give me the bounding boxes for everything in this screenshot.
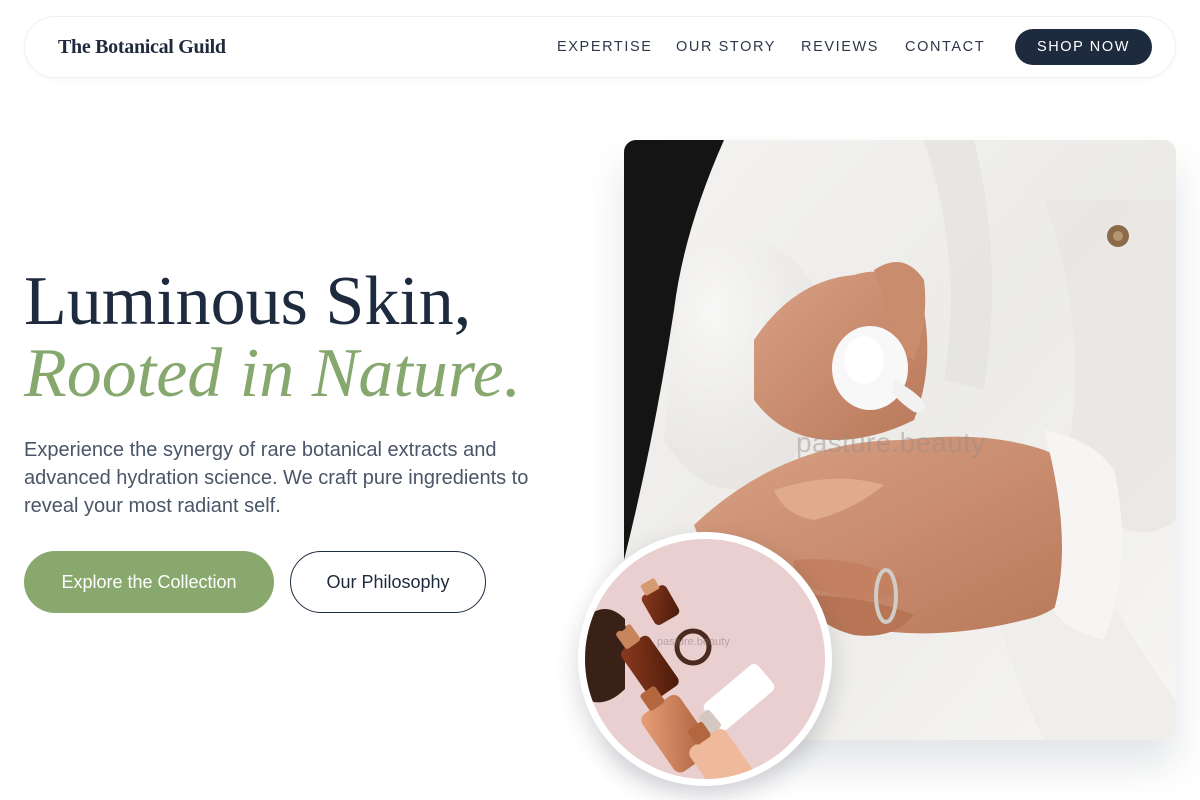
hero-description: Experience the synergy of rare botanical…	[24, 439, 529, 517]
brand-logo[interactable]: The Botanical Guild	[58, 36, 226, 59]
nav-link-contact[interactable]: CONTACT	[905, 39, 985, 55]
headline-line-2: Rooted in Nature.	[24, 335, 522, 412]
hero-photo-watermark: pasture.beauty	[796, 427, 986, 458]
cosmetic-bottles-illustration: pasture.beauty	[585, 539, 825, 779]
nav-link-our-story[interactable]: OUR STORY	[676, 39, 776, 55]
hero-headline: Luminous Skin, Rooted in Nature.	[24, 266, 521, 410]
headline-line-1: Luminous Skin,	[24, 263, 472, 340]
nav-link-reviews[interactable]: REVIEWS	[801, 39, 879, 55]
nav-link-expertise[interactable]: EXPERTISE	[557, 39, 653, 55]
product-circle-photo: pasture.beauty	[578, 532, 832, 786]
our-philosophy-button[interactable]: Our Philosophy	[290, 551, 486, 613]
shop-now-button[interactable]: SHOP NOW	[1015, 29, 1152, 65]
explore-collection-button[interactable]: Explore the Collection	[24, 551, 274, 613]
circle-photo-watermark: pasture.beauty	[657, 636, 730, 648]
top-navigation: The Botanical Guild EXPERTISE OUR STORY …	[24, 16, 1176, 78]
